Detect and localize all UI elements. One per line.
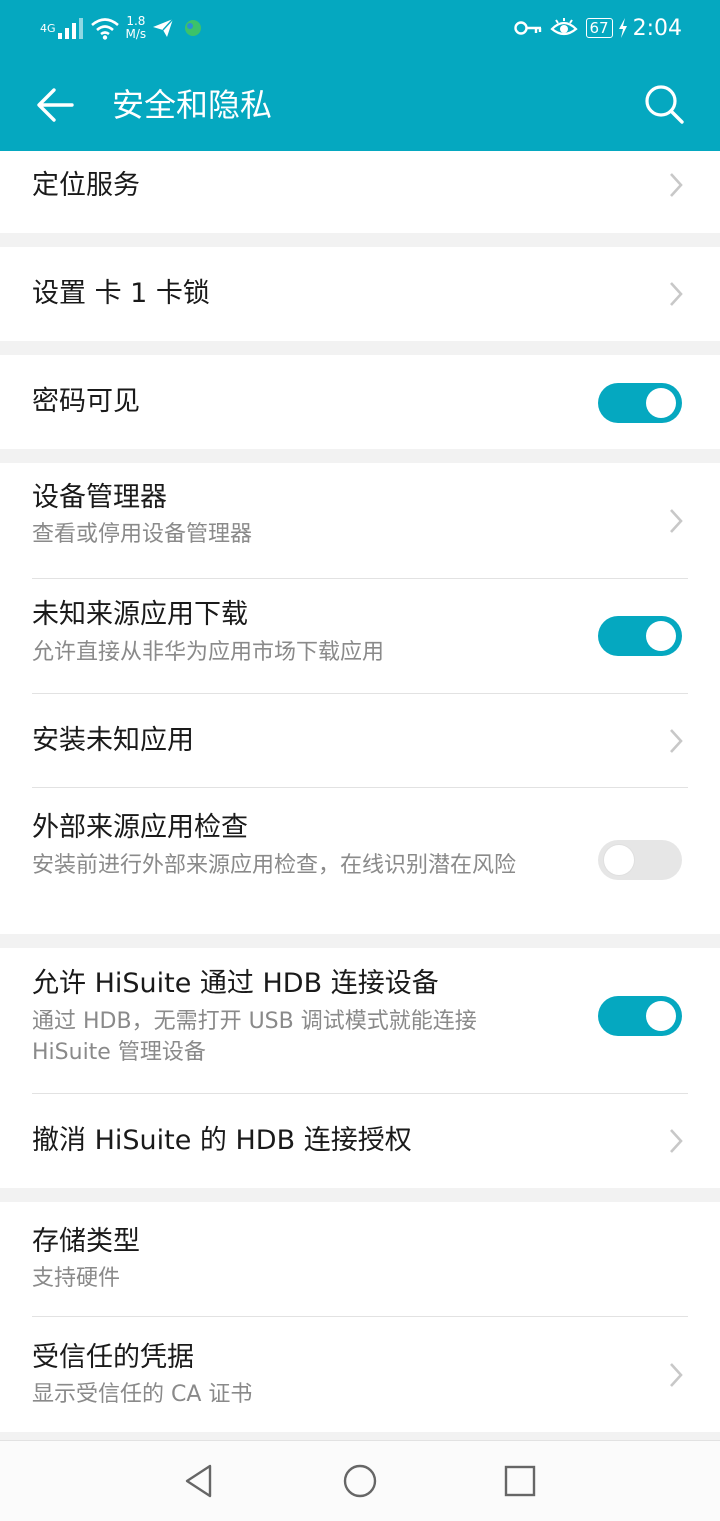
setting-title: 未知来源应用下载 [32, 599, 248, 630]
setting-location-service[interactable]: 定位服务 [32, 151, 688, 233]
app-dot-icon [185, 20, 202, 36]
net-speed: 1.8 M/s [126, 15, 147, 41]
settings-group: 允许 HiSuite 通过 HDB 连接设备 通过 HDB，无需打开 USB 调… [0, 948, 720, 1188]
setting-password-visible[interactable]: 密码可见 [32, 355, 688, 449]
speed-unit: M/s [125, 27, 147, 41]
setting-revoke-hdb[interactable]: 撤消 HiSuite 的 HDB 连接授权 [32, 1094, 688, 1188]
setting-title: 存储类型 [32, 1226, 140, 1257]
setting-subtitle: 允许直接从非华为应用市场下载应用 [32, 640, 385, 665]
group-gap [0, 1188, 720, 1202]
setting-title: 受信任的凭据 [32, 1342, 194, 1373]
settings-group: 密码可见 [0, 355, 720, 449]
wifi-icon [90, 18, 119, 40]
setting-trusted-credentials[interactable]: 受信任的凭据 显示受信任的 CA 证书 [32, 1317, 688, 1432]
unknown-sources-toggle[interactable] [598, 616, 682, 656]
setting-title: 外部来源应用检查 [32, 812, 248, 843]
setting-title: 撤消 HiSuite 的 HDB 连接授权 [32, 1125, 412, 1156]
toggle-knob [646, 621, 676, 651]
toggle-knob [646, 1001, 676, 1031]
setting-title: 安装未知应用 [32, 725, 194, 756]
chevron-right-icon [670, 729, 683, 753]
settings-list: 定位服务 设置 卡 1 卡锁 密码可见 设备管理器 查看或停用设备管理器 未知来… [0, 151, 720, 1432]
setting-title: 设置 卡 1 卡锁 [32, 278, 210, 309]
toggle-knob [604, 845, 634, 875]
setting-title: 密码可见 [32, 386, 140, 417]
external-app-check-toggle[interactable] [598, 840, 682, 880]
password-visible-toggle[interactable] [598, 383, 682, 423]
group-gap [0, 233, 720, 247]
send-icon [153, 18, 174, 37]
setting-subtitle: 显示受信任的 CA 证书 [32, 1382, 253, 1407]
setting-subtitle: 通过 HDB，无需打开 USB 调试模式就能连接 HiSuite 管理设备 [32, 1009, 477, 1065]
setting-hisuite-hdb[interactable]: 允许 HiSuite 通过 HDB 连接设备 通过 HDB，无需打开 USB 调… [32, 948, 688, 1094]
group-gap [0, 934, 720, 948]
hisuite-hdb-toggle[interactable] [598, 996, 682, 1036]
chevron-right-icon [670, 282, 683, 306]
back-arrow-icon[interactable] [32, 81, 80, 129]
page-title: 安全和隐私 [112, 86, 273, 124]
battery-icon: 67 [585, 18, 613, 38]
chevron-right-icon [670, 509, 683, 533]
setting-title: 定位服务 [32, 170, 140, 201]
setting-subtitle: 支持硬件 [32, 1266, 121, 1291]
status-left: 4G 1.8 M/s [40, 10, 204, 46]
toggle-knob [646, 388, 676, 418]
setting-subtitle: 安装前进行外部来源应用检查，在线识别潜在风险 [32, 853, 517, 878]
nav-recents-icon[interactable] [500, 1461, 540, 1501]
setting-storage-type: 存储类型 支持硬件 [32, 1202, 688, 1317]
setting-unknown-sources[interactable]: 未知来源应用下载 允许直接从非华为应用市场下载应用 [32, 579, 688, 694]
navigation-bar [0, 1440, 720, 1521]
chevron-right-icon [670, 1129, 683, 1153]
setting-install-unknown-apps[interactable]: 安装未知应用 [32, 694, 688, 788]
settings-group: 存储类型 支持硬件 受信任的凭据 显示受信任的 CA 证书 [0, 1202, 720, 1432]
setting-subtitle: 查看或停用设备管理器 [32, 522, 253, 547]
status-time: 2:04 [632, 15, 682, 41]
app-bar: 安全和隐私 [0, 56, 720, 151]
nav-home-icon[interactable] [340, 1461, 380, 1501]
settings-group: 设置 卡 1 卡锁 [0, 247, 720, 341]
group-gap [0, 449, 720, 463]
chevron-right-icon [670, 1363, 683, 1387]
settings-group: 定位服务 [0, 151, 720, 233]
status-right: 67 2:04 [513, 10, 682, 46]
top-bar: 4G 1.8 M/s 67 2:04 安全和隐私 [0, 0, 720, 151]
chevron-right-icon [670, 173, 683, 197]
setting-device-admin[interactable]: 设备管理器 查看或停用设备管理器 [32, 463, 688, 579]
network-type: 4G [40, 21, 56, 35]
eye-icon [549, 18, 578, 36]
group-gap [0, 341, 720, 355]
status-bar: 4G 1.8 M/s 67 2:04 [0, 0, 720, 56]
key-icon [513, 21, 541, 35]
setting-external-app-check[interactable]: 外部来源应用检查 安装前进行外部来源应用检查，在线识别潜在风险 [32, 788, 688, 934]
search-icon[interactable] [642, 82, 686, 126]
setting-title: 设备管理器 [32, 482, 167, 513]
settings-group: 设备管理器 查看或停用设备管理器 未知来源应用下载 允许直接从非华为应用市场下载… [0, 463, 720, 934]
charging-icon [618, 18, 627, 38]
setting-title: 允许 HiSuite 通过 HDB 连接设备 [32, 968, 439, 999]
setting-sim-lock[interactable]: 设置 卡 1 卡锁 [32, 247, 688, 341]
signal-icon [57, 18, 83, 39]
nav-back-icon[interactable] [180, 1461, 220, 1501]
